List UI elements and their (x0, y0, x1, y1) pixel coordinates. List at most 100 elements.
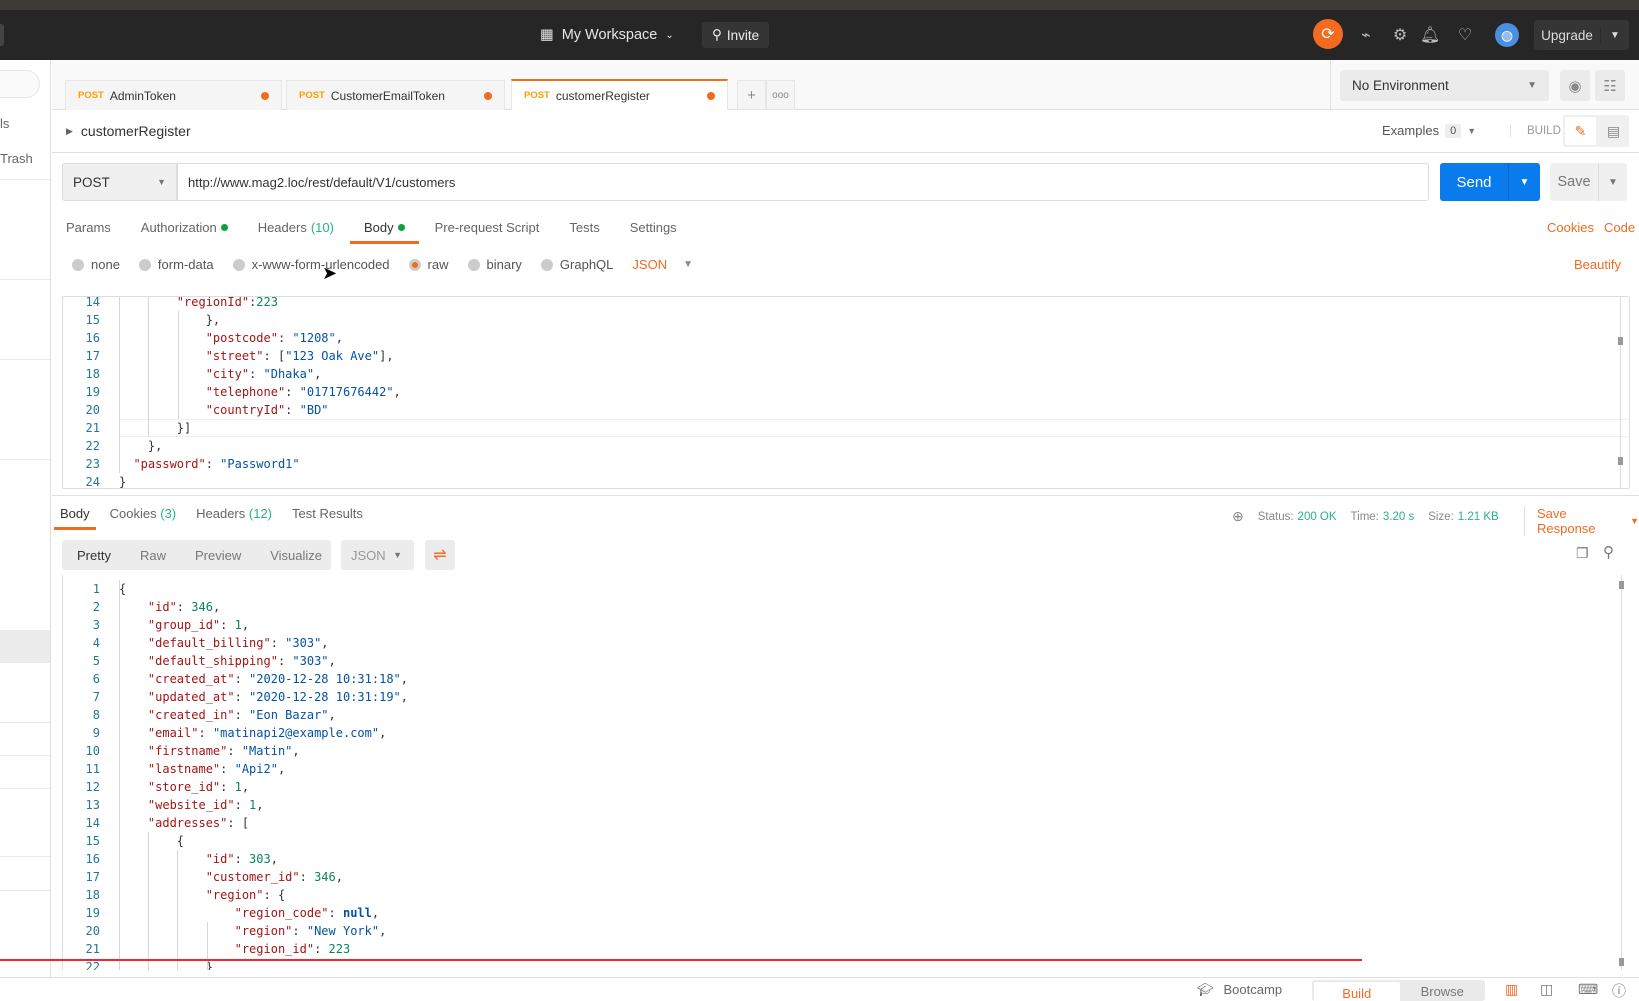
code-text: "telephone": "01717676442", (119, 383, 401, 401)
radio-button[interactable] (467, 258, 480, 271)
radio-form-data[interactable]: form-data (138, 257, 214, 272)
radio-button[interactable] (138, 258, 151, 271)
caret-down-icon[interactable]: ▼ (1601, 30, 1629, 41)
scrollbar-thumb[interactable] (1619, 958, 1624, 966)
time-value[interactable]: 3.20 s (1383, 511, 1414, 523)
new-tab-button[interactable]: + (737, 80, 766, 110)
heart-icon[interactable]: ♡ (1453, 23, 1477, 47)
sidebar-row[interactable] (0, 360, 50, 460)
sidebar-row[interactable] (0, 789, 50, 857)
sidebar-row[interactable] (0, 756, 50, 789)
tab-settings[interactable]: Settings (630, 218, 677, 244)
sidebar-toggle-icon[interactable]: ▥ (1505, 981, 1518, 998)
save-options-caret-icon[interactable]: ▼ (1599, 163, 1627, 201)
radio-raw[interactable]: raw (408, 257, 449, 272)
keyboard-icon[interactable]: ⌨ (1578, 981, 1598, 998)
bell-icon[interactable]: 🔔︎ (1418, 23, 1442, 47)
workspace-switcher[interactable]: ▦ My Workspace ⌄ (540, 24, 674, 46)
url-input[interactable]: http://www.mag2.loc/rest/default/V1/cust… (177, 163, 1429, 201)
sidebar-row[interactable] (0, 180, 50, 280)
request-name[interactable]: ▶ customerRegister (66, 123, 191, 139)
response-tab-headers[interactable]: Headers (12) (196, 506, 272, 530)
tab-customerregister[interactable]: POST customerRegister (511, 79, 728, 110)
gear-icon[interactable]: ⚙ (1388, 23, 1412, 47)
radio-none[interactable]: none (72, 257, 120, 272)
radio-button[interactable] (72, 258, 84, 271)
code-text: "firstname": "Matin", (119, 742, 300, 760)
radio-button[interactable] (540, 258, 553, 271)
send-button[interactable]: Send ▼ (1440, 163, 1540, 201)
view-preview[interactable]: Preview (180, 548, 255, 563)
line-number: 21 (85, 942, 100, 956)
radio-graphql[interactable]: GraphQL (540, 257, 613, 272)
two-pane-icon[interactable]: ◫ (1540, 981, 1553, 998)
size-value[interactable]: 1.21 KB (1458, 511, 1499, 523)
search-icon[interactable]: ⚲ (1603, 543, 1614, 561)
satellite-icon[interactable]: ⌁ (1354, 23, 1378, 47)
view-pretty[interactable]: Pretty (62, 548, 125, 563)
sync-icon[interactable]: ⟳ (1313, 19, 1343, 49)
code-link[interactable]: Code (1604, 220, 1635, 235)
view-raw[interactable]: Raw (125, 548, 180, 563)
view-visualize[interactable]: Visualize (255, 548, 336, 563)
code-token: 223 (256, 296, 278, 309)
manage-environments-button[interactable]: ☷ (1595, 70, 1625, 101)
method-select[interactable]: POST ▼ (62, 163, 177, 201)
globe-icon[interactable]: ⊕ (1232, 508, 1244, 525)
sidebar-row[interactable] (0, 723, 50, 756)
tab-options-button[interactable]: ooo (766, 80, 795, 110)
scrollbar-thumb[interactable] (1618, 337, 1623, 345)
response-tab-test-results[interactable]: Test Results (292, 506, 363, 530)
examples-dropdown[interactable]: Examples 0 ▼ (1382, 123, 1476, 138)
sidebar-row-selected[interactable] (0, 630, 50, 663)
scrollbar-thumb[interactable] (1618, 457, 1623, 465)
request-body-editor[interactable]: 14 "regionId":223 15 }, 16 "postcode": "12… (62, 296, 1630, 489)
comments-icon[interactable]: ▤ (1598, 115, 1629, 147)
tab-pre-request-script[interactable]: Pre-request Script (435, 218, 540, 244)
wrap-lines-button[interactable]: ⇌ (425, 540, 455, 570)
tab-body[interactable]: Body (350, 218, 419, 244)
tab-params[interactable]: Params (66, 218, 111, 244)
header-left-button[interactable] (0, 24, 4, 46)
cookies-link[interactable]: Cookies (1547, 220, 1594, 235)
sidebar-row[interactable] (0, 663, 50, 723)
bootcamp-button[interactable]: 🎓︎ Bootcamp (1197, 982, 1282, 998)
upgrade-button[interactable]: Upgrade ▼ (1534, 20, 1629, 50)
tab-authorization[interactable]: Authorization (141, 218, 228, 244)
response-body-viewer[interactable]: 1{2 "id": 346, 3 "group_id": 1, 4 "default… (62, 575, 1630, 970)
code-token: "2020-12-28 10:31:18" (249, 672, 401, 686)
tab-tests[interactable]: Tests (569, 218, 599, 244)
save-response-button[interactable]: Save Response ▼ (1524, 506, 1639, 536)
help-icon[interactable]: ⓘ (1612, 981, 1626, 1001)
avatar[interactable]: ◍ (1495, 23, 1519, 47)
sidebar-row[interactable] (0, 280, 50, 360)
response-format-select[interactable]: JSON ▼ (341, 540, 414, 570)
tab-admintoken[interactable]: POST AdminToken (65, 80, 282, 110)
sidebar-row[interactable] (0, 857, 50, 891)
copy-icon[interactable]: ❐ (1576, 545, 1589, 562)
code-token: , (270, 852, 278, 866)
send-options-caret-icon[interactable]: ▼ (1509, 163, 1540, 201)
browse-mode-button[interactable]: Browse (1400, 980, 1486, 1001)
pencil-icon[interactable]: ✎ (1565, 117, 1596, 145)
tab-headers[interactable]: Headers (10) (258, 218, 334, 244)
invite-button[interactable]: ⚲ Invite (702, 22, 770, 48)
save-button[interactable]: Save ▼ (1550, 163, 1627, 201)
environment-quick-look-button[interactable]: ◉ (1560, 70, 1590, 101)
radio-button[interactable] (408, 258, 421, 271)
build-mode-button[interactable]: Build (1314, 982, 1400, 1001)
response-tab-cookies[interactable]: Cookies (3) (110, 506, 176, 530)
code-line: 22 }, (63, 437, 1629, 455)
status-value[interactable]: 200 OK (1298, 511, 1337, 523)
environment-select[interactable]: No Environment ▼ (1340, 70, 1549, 101)
scrollbar-thumb[interactable] (1619, 581, 1624, 589)
response-tab-body[interactable]: Body (54, 506, 96, 530)
radio-button[interactable] (232, 258, 245, 271)
code-token: : (198, 726, 213, 740)
beautify-link[interactable]: Beautify (1574, 257, 1621, 272)
body-format-select[interactable]: JSON ▼ (632, 257, 693, 272)
scrollbar[interactable] (1621, 575, 1622, 970)
radio-binary[interactable]: binary (467, 257, 522, 272)
radio-x-www-form-urlencoded[interactable]: x-www-form-urlencoded (232, 257, 390, 272)
tab-customeremailtoken[interactable]: POST CustomerEmailToken (286, 80, 505, 110)
